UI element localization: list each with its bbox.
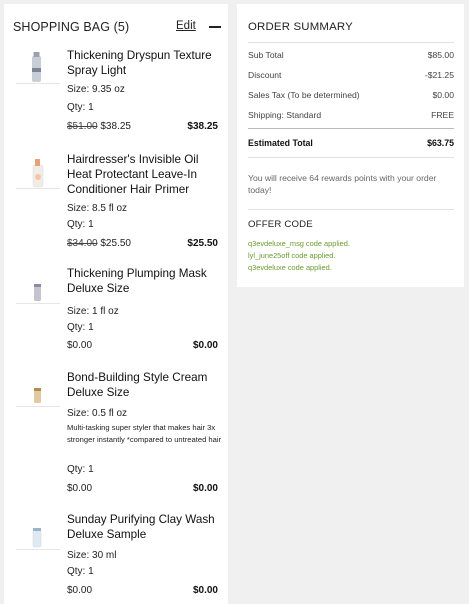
summary-row-tax: Sales Tax (To be determined) $0.00 [248,90,454,100]
product-qty[interactable]: Qty: 1 [67,566,94,577]
product-name[interactable]: Bond-Building Style Cream Deluxe Size [67,370,225,400]
row-label: Sales Tax (To be determined) [248,90,360,100]
row-label: Estimated Total [248,138,313,148]
product-name[interactable]: Sunday Purifying Clay Wash Deluxe Sample [67,512,225,542]
item-total: $0.00 [192,340,218,351]
row-value: FREE [431,110,454,120]
original-price: $34.00 [67,238,98,249]
order-summary-panel: ORDER SUMMARY Sub Total $85.00 Discount … [237,4,464,287]
item-total: $25.50 [187,238,218,249]
summary-row-subtotal: Sub Total $85.00 [248,50,454,60]
summary-title: ORDER SUMMARY [248,21,353,33]
edit-link[interactable]: Edit [176,20,196,32]
rewards-message: You will receive 64 rewards points with … [248,173,437,195]
row-value: $0.00 [432,90,454,100]
row-label: Sub Total [248,50,284,60]
summary-row-shipping: Shipping: Standard FREE [248,110,454,120]
bag-title: SHOPPING BAG (5) [13,20,130,34]
divider [248,157,454,158]
product-price: $0.00 [67,585,93,596]
item-total: $0.00 [192,585,218,596]
product-qty[interactable]: Qty: 1 [67,219,94,230]
offer-applied-line: q3evdeluxe_msg code applied. [248,239,350,248]
product-image[interactable] [12,52,64,86]
product-price: $0.00 [67,483,93,494]
offer-applied-line: lyl_june25off code applied. [248,251,336,260]
item-total: $38.25 [187,121,218,132]
product-name[interactable]: Hairdresser's Invisible Oil Heat Protect… [67,152,225,197]
offer-applied-line: q3evdeluxe code applied. [248,263,332,272]
product-description: Multi-tasking super styler that makes ha… [67,423,222,444]
product-size: Size: 9.35 oz [67,84,125,95]
divider [248,209,454,210]
original-price: $51.00 [67,121,98,132]
divider [248,42,454,43]
product-image[interactable] [12,524,64,558]
row-value: $63.75 [427,138,454,148]
item-total: $0.00 [192,483,218,494]
product-size: Size: 1 fl oz [67,306,119,317]
product-image[interactable] [12,157,64,191]
summary-row-estimated-total: Estimated Total $63.75 [248,138,454,148]
product-qty[interactable]: Qty: 1 [67,464,94,475]
row-value: -$21.25 [424,70,454,80]
product-size: Size: 30 ml [67,550,117,561]
shopping-bag-panel: SHOPPING BAG (5) Edit Thickening Dryspun… [4,4,228,604]
row-label: Shipping: Standard [248,110,322,120]
sale-price: $38.25 [100,121,131,132]
offer-code-title: OFFER CODE [248,219,313,230]
summary-row-discount: Discount -$21.25 [248,70,454,80]
product-price: $34.00 $25.50 [67,238,131,249]
divider [248,128,454,129]
product-price: $51.00 $38.25 [67,121,131,132]
product-price: $0.00 [67,340,93,351]
product-image[interactable] [12,382,64,416]
product-qty[interactable]: Qty: 1 [67,322,94,333]
row-label: Discount [248,70,282,80]
bag-header: SHOPPING BAG (5) Edit [4,4,228,48]
collapse-minus-icon[interactable] [209,26,221,28]
product-name[interactable]: Thickening Plumping Mask Deluxe Size [67,266,225,296]
product-size: Size: 0.5 fl oz [67,408,128,419]
product-name[interactable]: Thickening Dryspun Texture Spray Light [67,48,225,78]
product-size: Size: 8.5 fl oz [67,203,128,214]
product-image[interactable] [12,278,64,312]
product-qty[interactable]: Qty: 1 [67,102,94,113]
sale-price: $25.50 [100,238,131,249]
row-value: $85.00 [427,50,454,60]
